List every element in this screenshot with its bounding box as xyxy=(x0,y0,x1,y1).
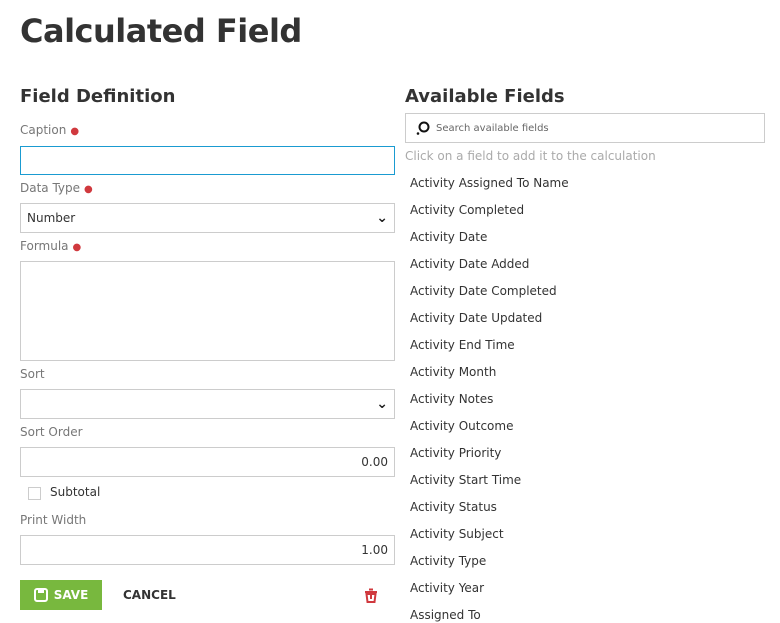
sort-order-input[interactable]: 0.00 xyxy=(20,447,395,477)
caption-input[interactable] xyxy=(20,146,395,175)
available-field-item[interactable]: Activity Date Completed xyxy=(410,284,557,298)
available-field-item[interactable]: Activity Year xyxy=(410,581,484,595)
subtotal-checkbox[interactable] xyxy=(28,487,41,500)
available-field-item[interactable]: Activity Status xyxy=(410,500,497,514)
data-type-select[interactable]: Number ⌄ xyxy=(20,203,395,233)
data-type-label: Data Type ● xyxy=(20,181,93,195)
save-icon xyxy=(33,588,48,602)
formula-label: Formula ● xyxy=(20,239,82,253)
formula-textarea[interactable] xyxy=(20,261,395,361)
caption-label: Caption ● xyxy=(20,123,80,137)
available-field-item[interactable]: Activity Completed xyxy=(410,203,524,217)
available-field-item[interactable]: Activity Month xyxy=(410,365,496,379)
sort-label: Sort xyxy=(20,367,45,381)
sort-select[interactable]: ⌄ xyxy=(20,389,395,419)
sort-order-label: Sort Order xyxy=(20,425,83,439)
data-type-value: Number xyxy=(27,211,76,225)
available-field-item[interactable]: Activity Notes xyxy=(410,392,493,406)
page-title: Calculated Field xyxy=(20,12,302,50)
field-definition-heading: Field Definition xyxy=(20,86,176,107)
chevron-down-icon: ⌄ xyxy=(376,396,388,412)
subtotal-label: Subtotal xyxy=(50,485,101,499)
search-input[interactable]: Search available fields xyxy=(405,113,765,143)
available-field-item[interactable]: Activity Type xyxy=(410,554,486,568)
available-field-item[interactable]: Activity Subject xyxy=(410,527,504,541)
available-field-item[interactable]: Activity Priority xyxy=(410,446,501,460)
available-field-item[interactable]: Activity Date Added xyxy=(410,257,529,271)
save-button[interactable]: SAVE xyxy=(20,580,102,610)
available-field-item[interactable]: Assigned To xyxy=(410,608,481,622)
search-icon xyxy=(416,121,430,135)
available-field-item[interactable]: Activity Date Updated xyxy=(410,311,542,325)
hint-text: Click on a field to add it to the calcul… xyxy=(405,149,656,163)
available-field-item[interactable]: Activity Outcome xyxy=(410,419,513,433)
available-field-item[interactable]: Activity End Time xyxy=(410,338,515,352)
available-fields-heading: Available Fields xyxy=(405,86,565,107)
cancel-button[interactable]: CANCEL xyxy=(123,588,176,602)
available-field-item[interactable]: Activity Date xyxy=(410,230,487,244)
available-field-item[interactable]: Activity Assigned To Name xyxy=(410,176,569,190)
available-field-item[interactable]: Activity Start Time xyxy=(410,473,521,487)
chevron-down-icon: ⌄ xyxy=(376,210,388,226)
print-width-label: Print Width xyxy=(20,513,87,527)
print-width-input[interactable]: 1.00 xyxy=(20,535,395,565)
trash-icon[interactable] xyxy=(364,588,378,603)
